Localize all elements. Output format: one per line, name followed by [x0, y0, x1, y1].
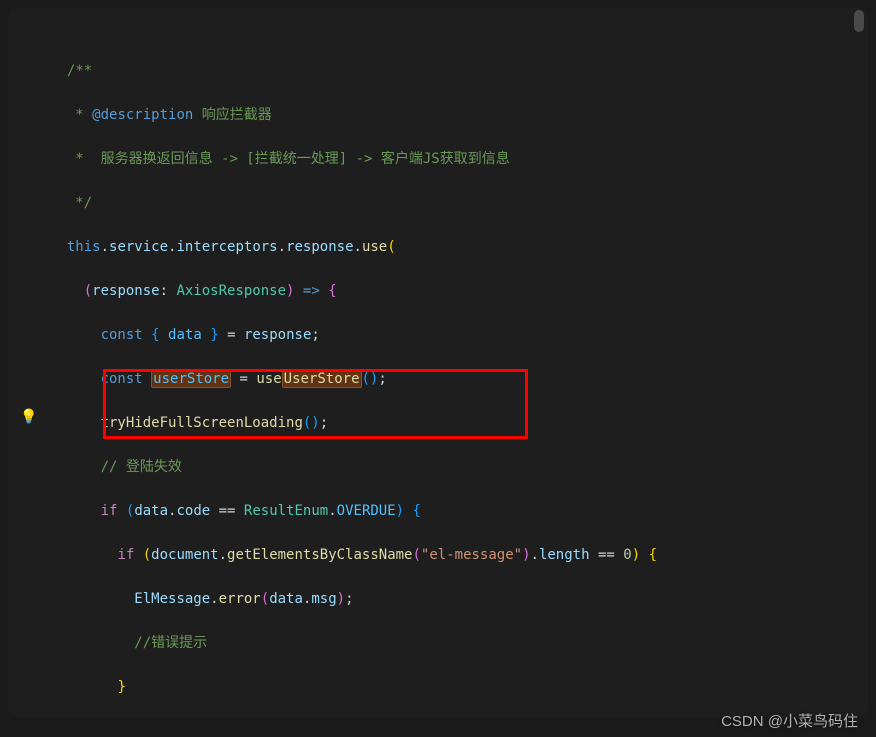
- code-line: const { data } = response;: [50, 324, 868, 346]
- scrollbar-thumb[interactable]: [854, 10, 864, 32]
- code-line: // 登陆失效: [50, 456, 868, 478]
- code-line: if (data.code == ResultEnum.OVERDUE) {: [50, 500, 868, 522]
- code-editor[interactable]: 💡 /** * @description 响应拦截器 * 服务器换返回信息 ->…: [8, 8, 868, 717]
- code-line: * 服务器换返回信息 -> [拦截统一处理] -> 客户端JS获取到信息: [50, 148, 868, 170]
- code-area[interactable]: /** * @description 响应拦截器 * 服务器换返回信息 -> […: [8, 16, 868, 717]
- code-line: * @description 响应拦截器: [50, 104, 868, 126]
- code-line: if (document.getElementsByClassName("el-…: [50, 544, 868, 566]
- lightbulb-icon[interactable]: 💡: [20, 406, 37, 428]
- code-line: tryHideFullScreenLoading();: [50, 412, 868, 434]
- code-line: const userStore = useUserStore();: [50, 368, 868, 390]
- code-line: /**: [50, 60, 868, 82]
- code-line: //错误提示: [50, 632, 868, 654]
- editor-gutter: 💡: [8, 8, 38, 717]
- code-line: */: [50, 192, 868, 214]
- code-line: (response: AxiosResponse) => {: [50, 280, 868, 302]
- code-line: this.service.interceptors.response.use(: [50, 236, 868, 258]
- code-line: ElMessage.error(data.msg);: [50, 588, 868, 610]
- watermark-text: CSDN @小菜鸟码住: [721, 711, 858, 733]
- code-line: }: [50, 676, 868, 698]
